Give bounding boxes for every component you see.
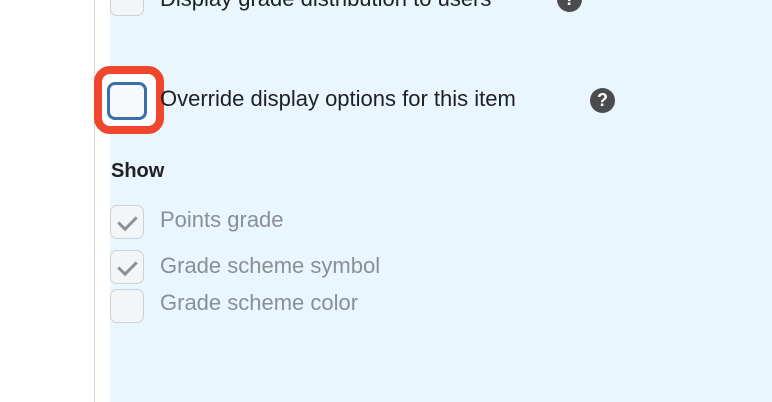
grade-scheme-color-checkbox[interactable]	[110, 289, 144, 323]
grade-scheme-symbol-checkbox[interactable]	[110, 250, 144, 284]
points-grade-checkbox[interactable]	[110, 205, 144, 239]
show-heading: Show	[111, 160, 165, 182]
question-circle-icon[interactable]: ?	[590, 88, 615, 113]
display-distribution-checkbox[interactable]	[110, 0, 144, 16]
display-distribution-label: Display grade distribution to users	[160, 0, 491, 12]
override-display-options-checkbox[interactable]	[107, 82, 147, 120]
grade-display-options-panel	[110, 0, 772, 402]
points-grade-label: Points grade	[160, 207, 284, 232]
grade-scheme-color-label: Grade scheme color	[160, 290, 359, 315]
override-display-options-label: Override display options for this item	[160, 86, 516, 111]
grade-scheme-symbol-label: Grade scheme symbol	[160, 253, 381, 278]
left-divider	[94, 0, 95, 402]
